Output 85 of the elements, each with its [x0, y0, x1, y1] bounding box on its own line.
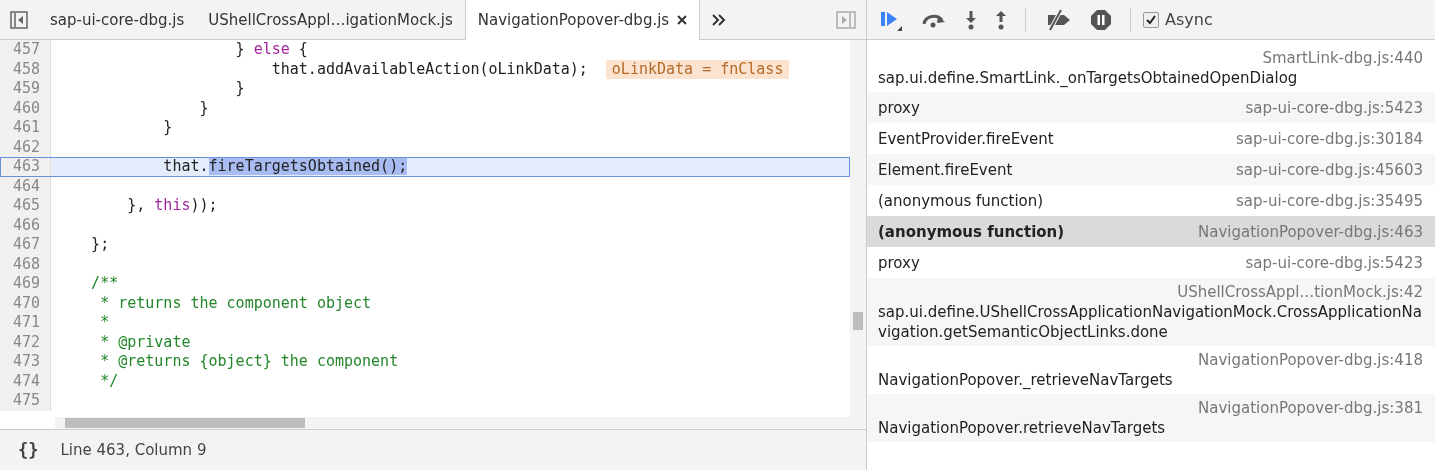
- code-comment: * @private: [99, 332, 191, 351]
- code-text: }: [162, 118, 173, 136]
- frame-location: NavigationPopover-dbg.js:418: [1197, 350, 1423, 370]
- checkmark-icon: [1145, 13, 1157, 26]
- async-checkbox[interactable]: Async: [1143, 10, 1213, 29]
- code-text: }: [234, 40, 246, 58]
- cursor-position: Line 463, Column 9: [60, 441, 207, 459]
- file-tab[interactable]: UShellCrossAppl…igationMock.js: [196, 0, 465, 39]
- selected-code: fireTargetsObtained();: [208, 157, 408, 175]
- code-text: },: [126, 196, 147, 214]
- function-name: sap.ui.define.SmartLink._onTargetsObtainedOpenDialog: [878, 68, 1299, 88]
- line-number: 465: [0, 196, 51, 216]
- function-name: proxy: [878, 252, 920, 273]
- code-text: that.addAvailableAction(oLinkData);: [270, 59, 588, 78]
- code-text: ));: [190, 196, 218, 214]
- line-number: 471: [0, 313, 51, 333]
- code-keyword: else: [253, 40, 290, 58]
- line-number: 466: [0, 215, 51, 235]
- function-name: NavigationPopover.retrieveNavTargets: [878, 418, 1167, 438]
- call-frame[interactable]: UShellCrossAppl…tionMock.js:42 sap.ui.define.UShellCrossApplicationNavigationMock.CrossApplicationNavigation.getSemanticObjectLinks.done: [867, 278, 1435, 346]
- line-number: 474: [0, 371, 51, 391]
- function-name: NavigationPopover._retrieveNavTargets: [878, 370, 1174, 390]
- code-comment: *: [99, 313, 110, 331]
- frame-location: NavigationPopover-dbg.js:381: [1197, 398, 1423, 418]
- call-frame[interactable]: Element.fireEvent sap-ui-core-dbg.js:45603: [867, 154, 1435, 185]
- frame-location: sap-ui-core-dbg.js:30184: [1235, 128, 1423, 149]
- code-comment: */: [99, 371, 119, 390]
- line-number: 469: [0, 274, 51, 294]
- line-number: 463: [0, 157, 51, 177]
- line-number: 475: [0, 391, 51, 411]
- line-number: 464: [0, 176, 51, 196]
- call-frame[interactable]: EventProvider.fireEvent sap-ui-core-dbg.js:30184: [867, 123, 1435, 154]
- function-name: EventProvider.fireEvent: [878, 128, 1054, 149]
- frame-location: sap-ui-core-dbg.js:45603: [1235, 159, 1423, 180]
- call-frame[interactable]: NavigationPopover-dbg.js:381 NavigationPopover.retrieveNavTargets: [867, 394, 1435, 442]
- code-text: }: [198, 98, 209, 117]
- more-tabs-icon[interactable]: [712, 13, 727, 26]
- code-text: {: [297, 40, 308, 58]
- pretty-print-button[interactable]: {}: [14, 440, 43, 460]
- line-number: 460: [0, 98, 51, 118]
- close-icon[interactable]: [677, 15, 688, 25]
- line-number: 470: [0, 293, 51, 313]
- sidebar-toggle-icon[interactable]: [10, 10, 28, 29]
- sidebar-toggle-icon[interactable]: [836, 10, 856, 29]
- line-number: 458: [0, 59, 51, 79]
- inline-value: oLinkData = fnClass: [605, 59, 790, 79]
- call-frame[interactable]: (anonymous function) sap-ui-core-dbg.js:35495: [867, 185, 1435, 216]
- frame-location: UShellCrossAppl…tionMock.js:42: [1176, 282, 1423, 302]
- call-frame[interactable]: SmartLink-dbg.js:440 sap.ui.define.SmartLink._onTargetsObtainedOpenDialog: [867, 44, 1435, 92]
- code-text: that.: [162, 157, 209, 175]
- call-frame[interactable]: NavigationPopover-dbg.js:418 NavigationPopover._retrieveNavTargets: [867, 346, 1435, 394]
- function-name: Element.fireEvent: [878, 159, 1013, 180]
- step-into-icon[interactable]: [965, 9, 977, 30]
- vertical-scrollbar[interactable]: [850, 40, 866, 417]
- line-number: 468: [0, 254, 51, 274]
- call-frame[interactable]: proxy sap-ui-core-dbg.js:5423: [867, 92, 1435, 123]
- line-number: 472: [0, 332, 51, 352]
- frame-location: NavigationPopover-dbg.js:463: [1198, 221, 1423, 242]
- line-number: 457: [0, 40, 51, 60]
- line-number: 467: [0, 235, 51, 255]
- frame-location: sap-ui-core-dbg.js:35495: [1235, 190, 1423, 211]
- function-name: sap.ui.define.UShellCrossApplicationNavigationMock.CrossApplicationNavigation.getSemanticObjectLinks.done: [878, 302, 1423, 342]
- call-frame[interactable]: proxy sap-ui-core-dbg.js:5423: [867, 247, 1435, 278]
- code-text: }: [234, 79, 245, 97]
- file-tab[interactable]: sap-ui-core-dbg.js: [38, 0, 197, 39]
- file-tab[interactable]: NavigationPopover-dbg.js: [464, 0, 701, 40]
- code-comment: * returns the component object: [99, 293, 372, 312]
- pause-on-exceptions-icon[interactable]: [1090, 8, 1112, 31]
- frame-location: sap-ui-core-dbg.js:5423: [1245, 97, 1423, 118]
- code-keyword: this: [154, 196, 191, 214]
- frame-location: sap-ui-core-dbg.js:5423: [1245, 252, 1423, 273]
- horizontal-scrollbar[interactable]: [55, 417, 866, 429]
- frame-location: SmartLink-dbg.js:440: [1261, 48, 1423, 68]
- function-name: proxy: [878, 97, 920, 118]
- line-number: 473: [0, 352, 51, 372]
- code-text: };: [90, 235, 110, 253]
- function-name: (anonymous function): [878, 221, 1065, 242]
- call-frame[interactable]: (anonymous function) NavigationPopover-dbg.js:463: [867, 216, 1435, 247]
- code-comment: * @returns {object} the component: [99, 352, 399, 370]
- step-out-icon[interactable]: [995, 9, 1007, 30]
- line-number: 462: [0, 137, 51, 157]
- line-number: 461: [0, 118, 51, 138]
- line-number: 459: [0, 79, 51, 99]
- code-comment: /**: [90, 274, 119, 292]
- function-name: (anonymous function): [878, 190, 1044, 211]
